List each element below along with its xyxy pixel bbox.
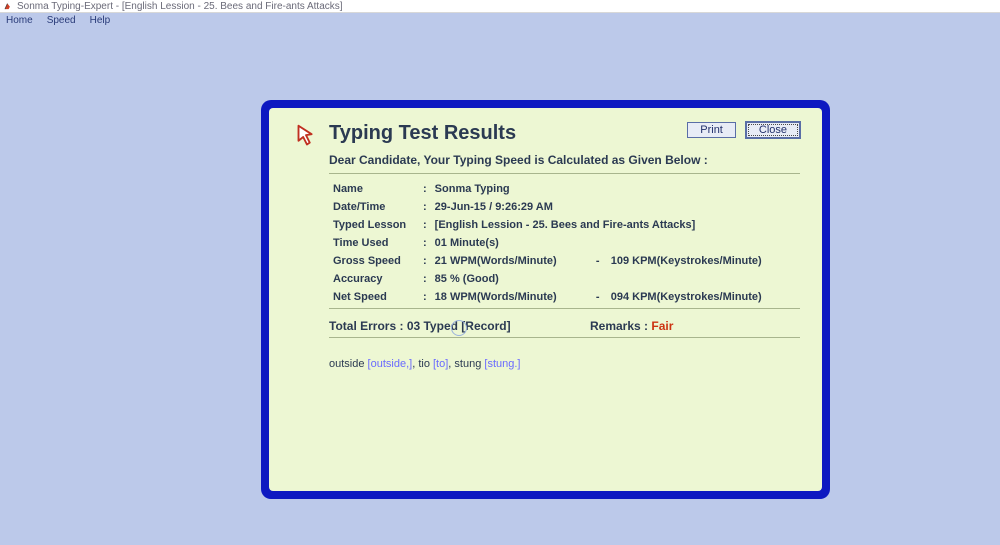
results-dialog-body: Print Close Typing Test Results Dear Can…	[269, 108, 822, 491]
label-datetime: Date/Time	[329, 198, 419, 216]
window-title: Sonma Typing-Expert - [English Lession -…	[17, 1, 343, 12]
label-name: Name	[329, 180, 419, 198]
menu-help[interactable]: Help	[90, 15, 111, 26]
separator	[329, 308, 800, 309]
value-datetime: 29-Jun-15 / 9:26:29 AM	[431, 198, 800, 216]
label-net: Net Speed	[329, 288, 419, 306]
err-expected: [stung.]	[484, 358, 520, 370]
remarks-value: Fair	[651, 319, 673, 333]
value-name: Sonma Typing	[431, 180, 800, 198]
window-titlebar: Sonma Typing-Expert - [English Lession -…	[0, 0, 1000, 13]
dialog-subtitle: Dear Candidate, Your Typing Speed is Cal…	[329, 153, 800, 167]
client-area: Print Close Typing Test Results Dear Can…	[0, 27, 1000, 545]
value-net-wpm: 18 WPM(Words/Minute)	[431, 288, 589, 306]
label-lesson: Typed Lesson	[329, 216, 419, 234]
print-button[interactable]: Print	[687, 122, 736, 138]
menu-speed[interactable]: Speed	[47, 15, 76, 26]
separator	[329, 173, 800, 174]
dash: -	[589, 252, 607, 270]
value-gross-kpm: 109 KPM(Keystrokes/Minute)	[607, 252, 800, 270]
label-gross: Gross Speed	[329, 252, 419, 270]
err-typed: stung	[454, 358, 481, 370]
menu-home[interactable]: Home	[6, 15, 33, 26]
close-button[interactable]: Close	[746, 122, 800, 138]
value-gross-wpm: 21 WPM(Words/Minute)	[431, 252, 589, 270]
err-expected: [outside,]	[368, 358, 413, 370]
value-net-kpm: 094 KPM(Keystrokes/Minute)	[607, 288, 800, 306]
menubar: Home Speed Help	[0, 13, 1000, 27]
err-typed: tio	[418, 358, 430, 370]
value-timeused: 01 Minute(s)	[431, 234, 800, 252]
row-name: Name : Sonma Typing	[329, 180, 800, 198]
row-gross: Gross Speed : 21 WPM(Words/Minute) - 109…	[329, 252, 800, 270]
err-expected: [to]	[433, 358, 448, 370]
total-errors-label: Total Errors :	[329, 319, 403, 333]
row-timeused: Time Used : 01 Minute(s)	[329, 234, 800, 252]
row-lesson: Typed Lesson : [English Lession - 25. Be…	[329, 216, 800, 234]
value-accuracy: 85 % (Good)	[431, 270, 800, 288]
results-dialog: Print Close Typing Test Results Dear Can…	[261, 100, 830, 499]
err-typed: outside	[329, 358, 364, 370]
pointer-icon	[291, 122, 321, 152]
separator	[329, 337, 800, 338]
total-errors-value: 03 Typed [Record]	[407, 319, 511, 333]
label-timeused: Time Used	[329, 234, 419, 252]
label-accuracy: Accuracy	[329, 270, 419, 288]
dash: -	[589, 288, 607, 306]
app-icon	[3, 1, 13, 11]
value-lesson: [English Lession - 25. Bees and Fire-ant…	[431, 216, 800, 234]
row-net: Net Speed : 18 WPM(Words/Minute) - 094 K…	[329, 288, 800, 306]
remarks-label: Remarks :	[590, 319, 648, 333]
row-datetime: Date/Time : 29-Jun-15 / 9:26:29 AM	[329, 198, 800, 216]
error-words: outside [outside,], tio [to], stung [stu…	[329, 344, 800, 370]
details-table: Name : Sonma Typing Date/Time : 29-Jun-1…	[329, 180, 800, 306]
row-accuracy: Accuracy : 85 % (Good)	[329, 270, 800, 288]
dialog-buttons: Print Close	[687, 122, 800, 138]
summary-row: Total Errors : 03 Typed [Record] Remarks…	[329, 315, 800, 335]
